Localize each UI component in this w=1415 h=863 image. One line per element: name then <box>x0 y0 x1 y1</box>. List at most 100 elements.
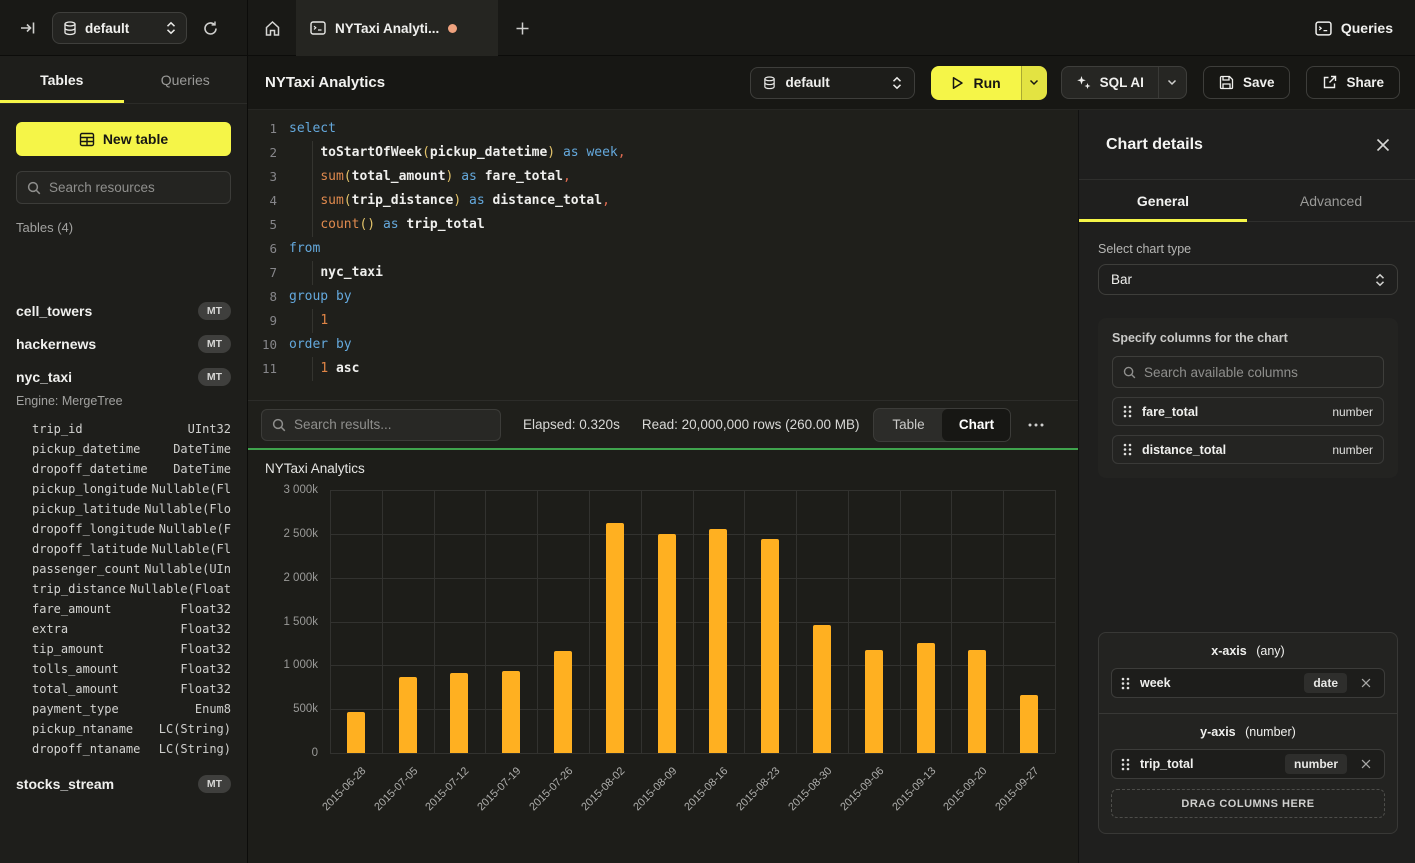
tab-general[interactable]: General <box>1079 180 1247 221</box>
database-selector-value: default <box>85 21 158 36</box>
results-search-input[interactable] <box>294 417 490 432</box>
code-line: 5 count() as trip_total <box>248 213 1078 237</box>
collapse-sidebar-icon[interactable] <box>12 12 44 44</box>
new-table-button[interactable]: New table <box>16 122 231 156</box>
run-button[interactable]: Run <box>931 66 1046 100</box>
sql-ai-button[interactable]: SQL AI <box>1061 66 1187 99</box>
y-axis-tick-label: 1 500k <box>260 616 330 628</box>
sidebar-table-stocks-stream[interactable]: stocks_stream MT <box>16 772 231 796</box>
column-type: Float32 <box>180 662 231 676</box>
table-column-row: fare_amountFloat32 <box>32 599 231 619</box>
drag-handle-icon[interactable] <box>1121 758 1130 771</box>
home-button[interactable] <box>248 0 296 56</box>
tab-advanced[interactable]: Advanced <box>1247 180 1415 221</box>
bar-2015-07-05[interactable] <box>399 677 417 753</box>
table-engine-label: Engine: MergeTree <box>16 394 123 408</box>
save-label: Save <box>1243 75 1275 90</box>
column-type: Nullable(F <box>159 522 231 536</box>
run-options-caret[interactable] <box>1021 66 1047 100</box>
view-toggle-table[interactable]: Table <box>874 409 942 441</box>
sidebar-table-cell-towers[interactable]: cell_towers MT <box>16 299 231 323</box>
column-name: pickup_datetime <box>32 442 140 456</box>
play-icon <box>951 76 964 90</box>
y-axis-tick-label: 500k <box>260 703 330 715</box>
line-number: 11 <box>248 357 277 381</box>
sql-ai-main[interactable]: SQL AI <box>1062 67 1158 98</box>
code-line: 1select <box>248 117 1078 141</box>
x-axis-label: x-axis <box>1211 644 1246 658</box>
remove-y-column-icon[interactable] <box>1357 755 1375 773</box>
bar-2015-07-19[interactable] <box>502 671 520 753</box>
drag-handle-icon[interactable] <box>1123 443 1132 456</box>
database-selector[interactable]: default <box>52 12 187 44</box>
bar-2015-09-13[interactable] <box>917 643 935 753</box>
sidebar-tabs: Tables Queries <box>0 56 247 104</box>
sidebar-table-nyc-taxi[interactable]: nyc_taxi MT <box>16 365 231 389</box>
run-button-main[interactable]: Run <box>931 66 1020 100</box>
table-column-row: tip_amountFloat32 <box>32 639 231 659</box>
column-name: dropoff_latitude <box>32 542 148 556</box>
available-column-fare_total[interactable]: fare_totalnumber <box>1112 397 1384 426</box>
code-line: 2 toStartOfWeek(pickup_datetime) as week… <box>248 141 1078 165</box>
bar-2015-08-02[interactable] <box>606 523 624 753</box>
sidebar-search-input[interactable] <box>49 180 220 195</box>
tab-nytaxi-analytics[interactable]: NYTaxi Analyti... <box>296 0 498 56</box>
read-stat: Read: 20,000,000 rows (260.00 MB) <box>642 417 860 432</box>
columns-search-input[interactable] <box>1144 365 1373 380</box>
column-type: LC(String) <box>159 722 231 736</box>
chart-type-label: Select chart type <box>1098 242 1191 256</box>
bar-2015-07-12[interactable] <box>450 673 468 753</box>
bar-2015-09-20[interactable] <box>968 650 986 753</box>
share-button[interactable]: Share <box>1306 66 1400 99</box>
drag-columns-dropzone[interactable]: DRAG COLUMNS HERE <box>1111 789 1385 818</box>
column-name: tolls_amount <box>32 662 119 676</box>
new-tab-button[interactable] <box>498 0 546 56</box>
y-axis-column-row[interactable]: trip_total number <box>1111 749 1385 779</box>
sidebar-tab-queries[interactable]: Queries <box>124 56 248 103</box>
view-toggle-chart[interactable]: Chart <box>942 409 1010 441</box>
x-axis-column-row[interactable]: week date <box>1111 668 1385 698</box>
bar-2015-08-09[interactable] <box>658 534 676 753</box>
database-icon <box>763 76 776 90</box>
table-column-row: extraFloat32 <box>32 619 231 639</box>
drag-handle-icon[interactable] <box>1123 405 1132 418</box>
line-number: 2 <box>248 141 277 165</box>
column-type: Nullable(Float <box>130 582 231 596</box>
save-icon <box>1219 75 1234 90</box>
gridline <box>951 490 952 753</box>
more-options-icon[interactable] <box>1023 412 1049 438</box>
toolbar-database-selector[interactable]: default <box>750 67 915 99</box>
column-name: payment_type <box>32 702 119 716</box>
refresh-icon[interactable] <box>195 13 225 43</box>
column-name: total_amount <box>32 682 119 696</box>
run-label: Run <box>973 75 1000 91</box>
chart-panel: NYTaxi Analytics 0500k1 000k1 500k2 000k… <box>248 450 1078 863</box>
sidebar-tab-tables[interactable]: Tables <box>0 56 124 103</box>
bar-2015-08-23[interactable] <box>761 539 779 753</box>
available-column-type: number <box>1332 443 1373 457</box>
gridline <box>744 490 745 753</box>
sql-editor[interactable]: 1select2 toStartOfWeek(pickup_datetime) … <box>248 110 1078 400</box>
column-name: dropoff_ntaname <box>32 742 140 756</box>
bar-2015-09-27[interactable] <box>1020 695 1038 753</box>
column-type: Enum8 <box>195 702 231 716</box>
remove-x-column-icon[interactable] <box>1357 674 1375 692</box>
sidebar-table-hackernews[interactable]: hackernews MT <box>16 332 231 356</box>
line-number: 4 <box>248 189 277 213</box>
save-button[interactable]: Save <box>1203 66 1291 99</box>
available-column-distance_total[interactable]: distance_totalnumber <box>1112 435 1384 464</box>
chart-title: NYTaxi Analytics <box>265 461 365 476</box>
bar-2015-07-26[interactable] <box>554 651 572 753</box>
close-icon[interactable] <box>1371 133 1395 157</box>
chevron-up-down-icon <box>1375 273 1385 287</box>
bar-2015-08-16[interactable] <box>709 529 727 753</box>
bar-2015-09-06[interactable] <box>865 650 883 753</box>
bar-2015-08-30[interactable] <box>813 625 831 753</box>
queries-button[interactable]: Queries <box>1315 0 1393 56</box>
sql-ai-caret[interactable] <box>1158 67 1186 98</box>
column-type: Nullable(UIn <box>144 562 231 576</box>
bar-2015-06-28[interactable] <box>347 712 365 753</box>
drag-handle-icon[interactable] <box>1121 677 1130 690</box>
chart-type-select[interactable]: Bar <box>1098 264 1398 295</box>
column-name: tip_amount <box>32 642 104 656</box>
